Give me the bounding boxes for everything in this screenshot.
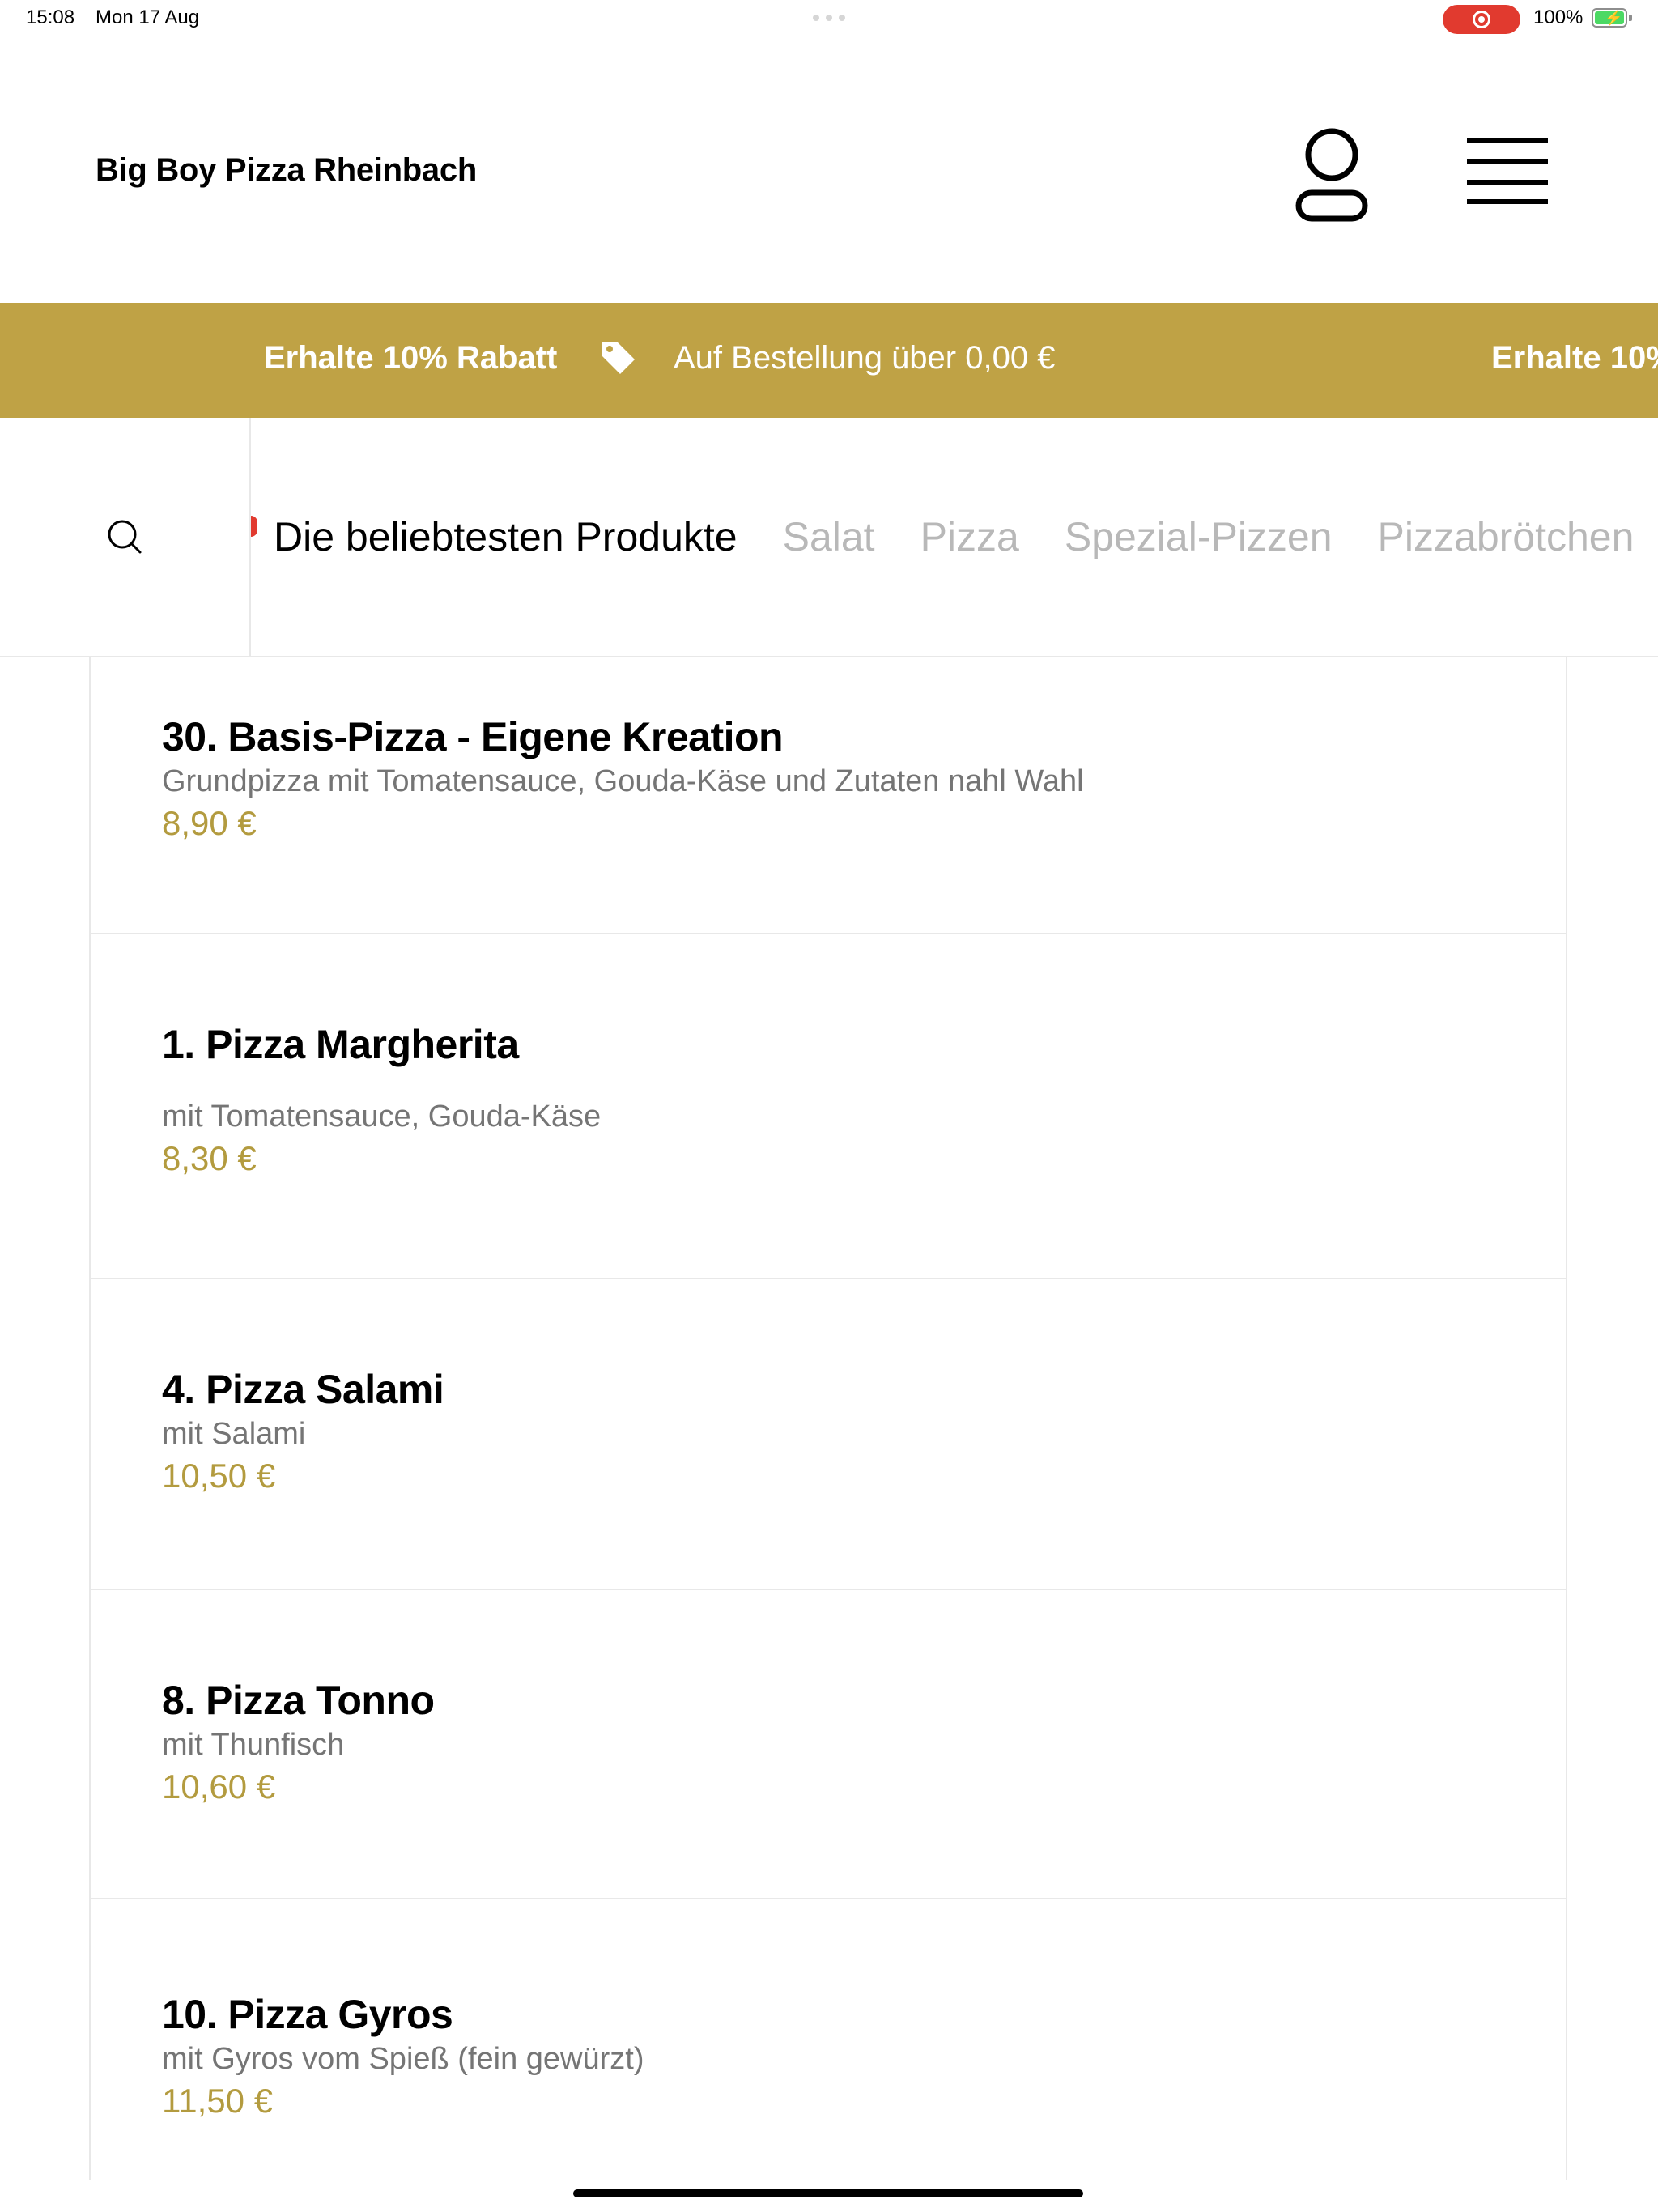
screen-recording-indicator[interactable] [1443,5,1520,34]
product-description: mit Gyros vom Spieß (fein gewürzt) [162,2042,644,2076]
tab-pizzabroetchen[interactable]: Pizzabrötchen [1378,513,1635,560]
product-description: mit Salami [162,1417,306,1451]
search-icon [108,520,142,554]
search-button[interactable] [0,418,251,656]
product-card[interactable]: 4. Pizza Salami mit Salami 10,50 € [91,1279,1566,1590]
product-price: 11,50 € [162,2082,274,2120]
product-price: 10,50 € [162,1457,276,1495]
product-name: 30. Basis-Pizza - Eigene Kreation [162,714,784,759]
product-card[interactable]: 10. Pizza Gyros mit Gyros vom Spieß (fei… [91,1899,1566,2180]
status-bar: 15:08 Mon 17 Aug 100% ⚡ [0,0,1658,39]
battery-cap [1629,15,1632,21]
tab-salat[interactable]: Salat [783,513,875,560]
promo-detail: Auf Bestellung über 0,00 € [674,340,1056,376]
product-list: 30. Basis-Pizza - Eigene Kreation Grundp… [89,657,1567,2180]
product-name: 10. Pizza Gyros [162,1992,453,2037]
product-card[interactable]: 8. Pizza Tonno mit Thunfisch 10,60 € [91,1590,1566,1899]
product-card[interactable]: 1. Pizza Margherita mit Tomatensauce, Go… [91,934,1566,1279]
promo-headline: Erhalte 10% Rabatt [264,340,558,376]
multitasking-dots-icon[interactable] [813,15,845,21]
battery-icon: ⚡ [1592,8,1627,28]
product-price: 8,30 € [162,1139,257,1177]
product-name: 1. Pizza Margherita [162,1022,519,1067]
product-name: 8. Pizza Tonno [162,1678,435,1723]
category-tabs: Die beliebtesten Produkte Salat Pizza Sp… [251,418,1658,656]
product-description: Grundpizza mit Tomatensauce, Gouda-Käse … [162,764,1084,798]
battery-percent: 100% [1533,6,1584,28]
restaurant-title[interactable]: Big Boy Pizza Rheinbach [96,152,477,189]
tag-icon [602,342,635,374]
product-card[interactable]: 30. Basis-Pizza - Eigene Kreation Grundp… [91,657,1566,934]
status-time: 15:08 [26,6,75,28]
site-header: Big Boy Pizza Rheinbach [0,39,1658,303]
product-price: 8,90 € [162,804,257,842]
product-description: mit Thunfisch [162,1728,345,1762]
home-indicator[interactable] [573,2189,1083,2197]
hamburger-icon[interactable] [1467,134,1548,207]
tab-spezial-pizzen[interactable]: Spezial-Pizzen [1065,513,1333,560]
person-icon[interactable] [1295,126,1368,222]
product-price: 10,60 € [162,1767,276,1806]
product-description: mit Tomatensauce, Gouda-Käse [162,1100,602,1134]
active-category-marker [251,516,257,537]
record-icon [1473,11,1490,28]
tab-pizza[interactable]: Pizza [920,513,1019,560]
category-nav: Die beliebtesten Produkte Salat Pizza Sp… [0,418,1658,657]
status-date: Mon 17 Aug [96,6,200,28]
product-name: 4. Pizza Salami [162,1367,444,1412]
tab-popular-products[interactable]: Die beliebtesten Produkte [274,513,738,560]
discount-banner: Erhalte 10% Rabatt Auf Bestellung über 0… [0,303,1658,418]
promo-headline-repeat: Erhalte 10% [1491,340,1658,376]
